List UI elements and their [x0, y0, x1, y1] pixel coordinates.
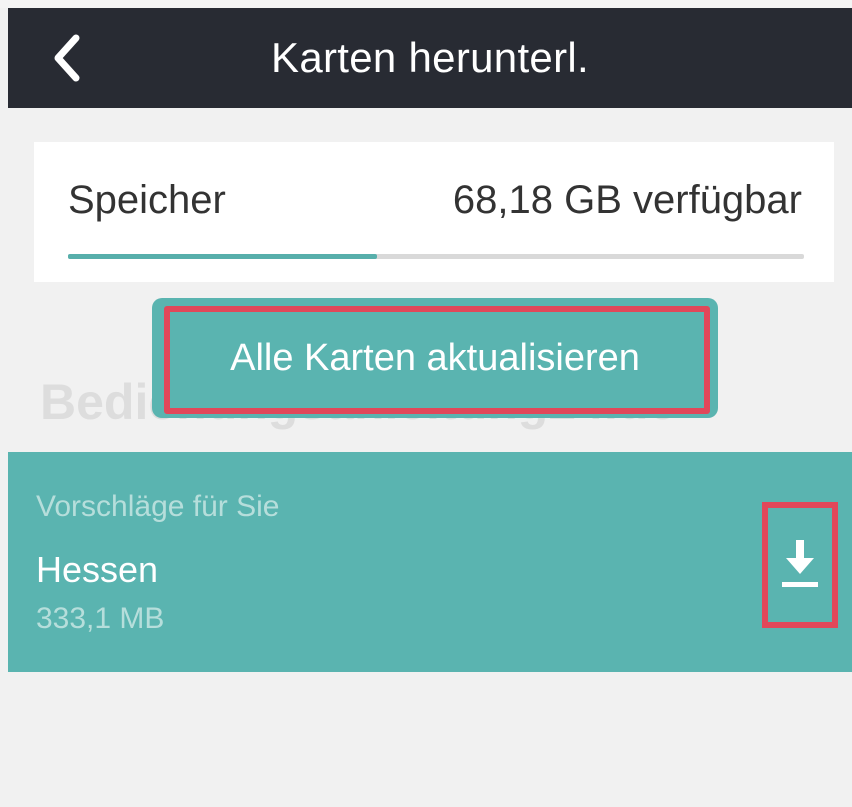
storage-available: 68,18 GB verfügbar — [452, 178, 802, 222]
storage-progress-bar — [68, 254, 804, 259]
app-header: Karten herunterl. — [8, 8, 852, 108]
download-button[interactable] — [762, 502, 838, 628]
storage-label: Speicher — [68, 178, 226, 222]
top-edge — [0, 0, 852, 8]
suggestion-item[interactable]: Vorschläge für Sie Hessen 333,1 MB — [8, 452, 852, 672]
update-all-maps-button[interactable]: Alle Karten aktualisieren — [152, 298, 718, 418]
suggestion-map-name: Hessen — [36, 549, 159, 590]
map-download-screen: Karten herunterl. Speicher 68,18 GB verf… — [0, 0, 852, 807]
download-icon — [780, 538, 820, 590]
suggestion-map-size: 333,1 MB — [36, 602, 165, 635]
page-title: Karten herunterl. — [271, 34, 589, 81]
suggestions-heading: Vorschläge für Sie — [36, 490, 280, 523]
update-all-maps-label: Alle Karten aktualisieren — [230, 337, 640, 379]
storage-card: Speicher 68,18 GB verfügbar — [34, 142, 834, 282]
storage-progress-fill — [68, 254, 378, 259]
